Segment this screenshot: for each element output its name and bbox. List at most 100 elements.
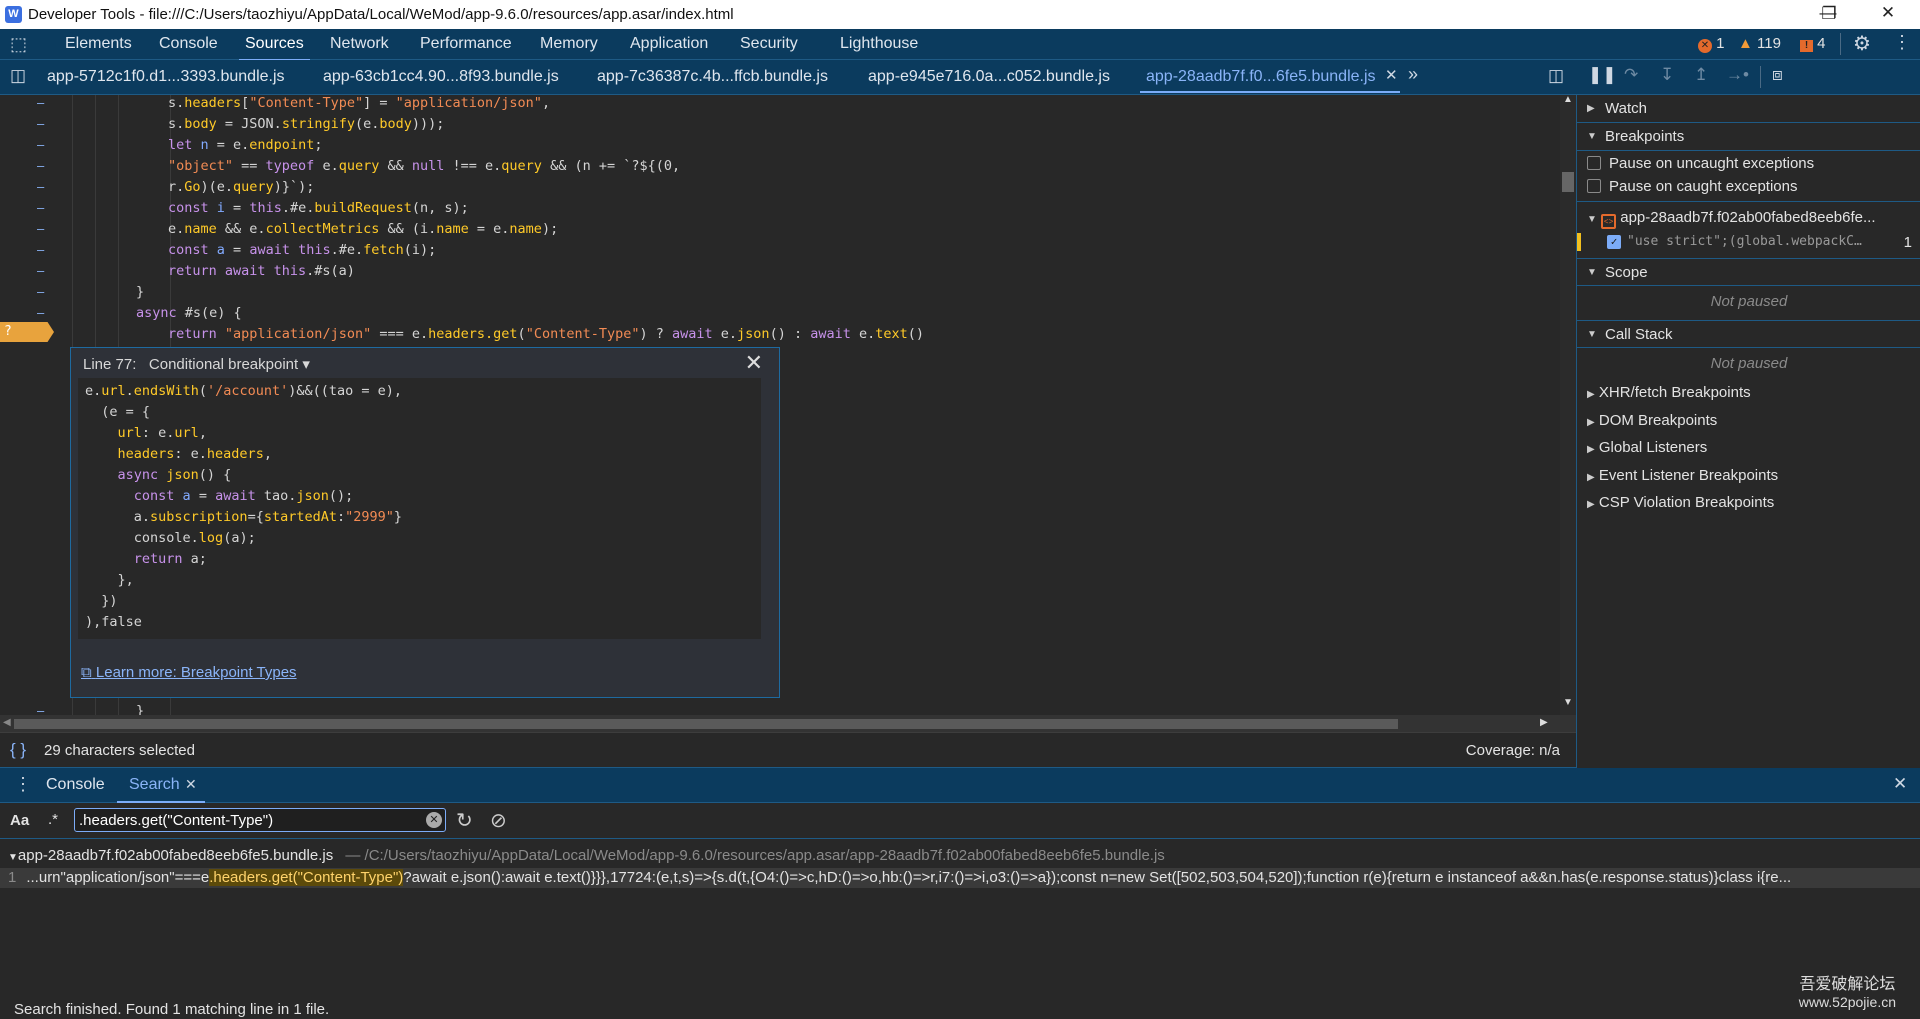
more-options-icon[interactable]: ⋮ (1893, 32, 1911, 53)
file-tab[interactable]: app-5712c1f0.d1...3393.bundle.js (47, 68, 285, 86)
line-marker[interactable]: – (37, 222, 44, 236)
file-tab[interactable]: app-e945e716.0a...c052.bundle.js (868, 68, 1110, 86)
line-marker[interactable]: – (37, 285, 44, 299)
line-marker[interactable]: – (37, 138, 44, 152)
tab-network[interactable]: Network (330, 35, 389, 53)
toggle-debugger-icon[interactable]: ◫ (1548, 66, 1564, 86)
tab-console[interactable]: Console (159, 35, 218, 53)
code-line[interactable]: "object" == typeof e.query && null !== e… (168, 158, 680, 174)
line-marker[interactable]: – (37, 96, 44, 110)
line-marker[interactable]: – (37, 264, 44, 278)
tab-sources[interactable]: Sources (239, 35, 310, 61)
code-line[interactable]: e.name && e.collectMetrics && (i.name = … (168, 221, 558, 237)
line-marker[interactable]: – (37, 159, 44, 173)
file-tab[interactable]: app-7c36387c.4b...ffcb.bundle.js (597, 68, 828, 86)
line-marker[interactable]: – (37, 243, 44, 257)
tab-lighthouse[interactable]: Lighthouse (840, 35, 918, 53)
code-line[interactable]: r.Go)(e.query)}`); (168, 179, 314, 195)
clear-search-icon[interactable]: ✕ (426, 812, 442, 828)
condition-line: const a = await tao.json(); (85, 488, 354, 504)
line-marker[interactable]: – (37, 306, 44, 320)
result-file-header[interactable]: ▼app-28aadb7f.f02ab00fabed8eeb6fe5.bundl… (8, 847, 1165, 864)
warning-count[interactable]: ▲ 119 (1738, 35, 1781, 52)
breakpoint-enabled-checkbox[interactable]: ✓ (1607, 235, 1621, 249)
code-line[interactable]: const a = await this.#e.fetch(i); (168, 242, 436, 258)
section-global-listeners[interactable]: ▶ Global Listeners (1587, 439, 1707, 456)
code-token: ; (314, 137, 323, 153)
code-line[interactable]: async #s(e) { (136, 305, 242, 321)
more-tabs-icon[interactable]: » (1408, 64, 1418, 85)
code-line[interactable]: return "application/json" === e.headers.… (168, 326, 924, 342)
file-tab[interactable]: app-28aadb7f.f0...6fe5.bundle.js (1146, 68, 1376, 86)
match-case-toggle[interactable]: Aa (10, 812, 29, 829)
section-event-listener-breakpoints[interactable]: ▶ Event Listener Breakpoints (1587, 467, 1778, 484)
code-line[interactable]: const i = this.#e.buildRequest(n, s); (168, 200, 469, 216)
line-marker[interactable]: – (37, 704, 44, 715)
regex-toggle[interactable]: .* (48, 811, 58, 828)
step-into-icon[interactable]: ↧ (1660, 65, 1674, 85)
restore-button[interactable]: ❐ (1809, 4, 1849, 24)
inspect-element-icon[interactable]: ⬚ (10, 34, 27, 55)
learn-more-link[interactable]: ⧉ Learn more: Breakpoint Types (81, 664, 297, 681)
line-marker[interactable]: – (37, 201, 44, 215)
pause-icon[interactable]: ❚❚ (1588, 65, 1617, 85)
tab-application[interactable]: Application (630, 35, 708, 53)
code-line[interactable]: } (136, 284, 144, 300)
drawer-tab-console[interactable]: Console (46, 776, 105, 794)
close-drawer-icon[interactable]: ✕ (1893, 774, 1907, 794)
file-tab[interactable]: app-63cb1cc4.90...8f93.bundle.js (323, 68, 559, 86)
pretty-print-icon[interactable]: { } (10, 740, 26, 760)
close-search-tab-icon[interactable]: ✕ (185, 776, 197, 793)
close-window-button[interactable]: ✕ (1868, 3, 1908, 23)
code-token: fetch (363, 242, 404, 258)
code-line[interactable]: s.headers["Content-Type"] = "application… (168, 95, 550, 111)
drawer-menu-icon[interactable]: ⋮ (14, 774, 32, 795)
section-csp-violation-breakpoints[interactable]: ▶ CSP Violation Breakpoints (1587, 494, 1774, 511)
call-stack-section[interactable]: ▼ Call Stack (1577, 320, 1920, 348)
code-line[interactable]: s.body = JSON.stringify(e.body))); (168, 116, 444, 132)
tab-performance[interactable]: Performance (420, 35, 512, 53)
conditional-breakpoint-marker[interactable]: ? (0, 322, 54, 342)
drawer-tab-search[interactable]: Search ✕ (117, 768, 205, 803)
line-marker[interactable]: – (37, 117, 44, 131)
watch-section[interactable]: ▶ Watch (1577, 95, 1920, 123)
close-breakpoint-editor-icon[interactable]: ✕ (745, 350, 763, 376)
breakpoint-entry[interactable]: ✓ "use strict";(global.webpackC… (1607, 234, 1862, 249)
breakpoint-type-select[interactable]: Conditional breakpoint ▾ (149, 356, 310, 373)
code-line[interactable]: } (136, 703, 144, 715)
error-count[interactable]: ✕ 1 (1698, 35, 1725, 53)
pause-caught-checkbox[interactable]: Pause on caught exceptions (1587, 178, 1797, 195)
horizontal-scrollbar[interactable]: ◀ ▶ (0, 715, 1576, 732)
issues-count[interactable]: ! 4 (1800, 35, 1826, 52)
close-tab-icon[interactable]: ✕ (1385, 66, 1398, 84)
code-token: && (i. (379, 221, 437, 237)
vertical-scrollbar[interactable]: ▲ ▼ (1560, 94, 1576, 715)
tab-memory[interactable]: Memory (540, 35, 598, 53)
condition-input[interactable]: e.url.endsWith('/account')&&((tao = e), … (78, 378, 761, 639)
line-gutter[interactable]: ––––––––––––– (0, 95, 72, 715)
toggle-navigator-icon[interactable]: ◫ (10, 66, 26, 86)
code-token: collectMetrics (265, 221, 380, 237)
code-token: () (907, 326, 925, 342)
deactivate-breakpoints-icon[interactable]: ⧈ (1772, 65, 1783, 85)
scope-section[interactable]: ▼ Scope (1577, 258, 1920, 286)
code-token: a; (190, 551, 207, 567)
line-marker[interactable]: – (37, 180, 44, 194)
step-out-icon[interactable]: ↥ (1694, 65, 1708, 85)
refresh-icon[interactable]: ↻ (456, 808, 473, 833)
pause-uncaught-checkbox[interactable]: Pause on uncaught exceptions (1587, 155, 1814, 172)
tab-security[interactable]: Security (740, 35, 798, 53)
section-xhr-fetch-breakpoints[interactable]: ▶ XHR/fetch Breakpoints (1587, 384, 1751, 401)
search-input[interactable] (74, 808, 446, 832)
code-line[interactable]: let n = e.endpoint; (168, 137, 322, 153)
section-dom-breakpoints[interactable]: ▶ DOM Breakpoints (1587, 412, 1717, 429)
search-result-row[interactable]: 1 ...urn"application/json"===e.headers.ge… (0, 868, 1920, 888)
clear-results-icon[interactable]: ⊘ (490, 808, 507, 833)
step-over-icon[interactable]: ↷ (1624, 65, 1638, 85)
code-line[interactable]: return await this.#s(a) (168, 263, 355, 279)
breakpoint-file-group[interactable]: ▼ <> app-28aadb7f.f02ab00fabed8eeb6fe... (1587, 209, 1875, 229)
step-icon[interactable]: →• (1726, 65, 1749, 85)
settings-gear-icon[interactable]: ⚙ (1853, 31, 1871, 56)
tab-elements[interactable]: Elements (65, 35, 132, 53)
breakpoints-section[interactable]: ▼ Breakpoints (1577, 123, 1920, 151)
